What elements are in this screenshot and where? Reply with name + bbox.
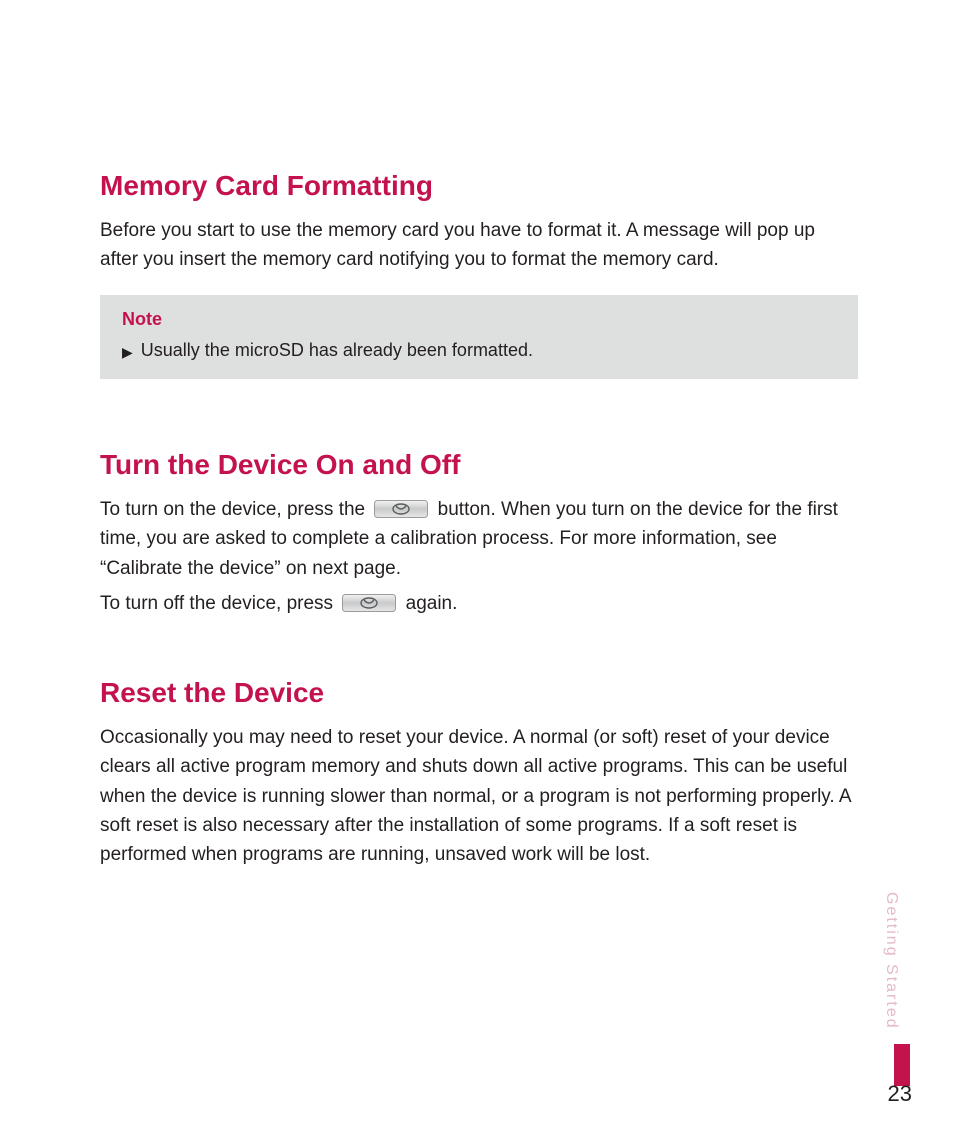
page-number: 23 bbox=[888, 1081, 912, 1107]
heading-reset: Reset the Device bbox=[100, 677, 858, 709]
triangle-bullet-icon: ▶ bbox=[122, 345, 133, 359]
heading-memory-card: Memory Card Formatting bbox=[100, 170, 858, 202]
power-button-icon bbox=[342, 592, 396, 610]
power-text-2b: again. bbox=[406, 593, 458, 614]
heading-power: Turn the Device On and Off bbox=[100, 449, 858, 481]
power-text-2a: To turn off the device, press bbox=[100, 593, 338, 614]
power-button-icon bbox=[374, 498, 428, 516]
body-power-2: To turn off the device, press again. bbox=[100, 589, 858, 618]
body-power-1: To turn on the device, press the b bbox=[100, 495, 858, 583]
section-side-bar bbox=[894, 1044, 910, 1086]
section-memory-card: Memory Card Formatting Before you start … bbox=[100, 170, 858, 379]
section-reset: Reset the Device Occasionally you may ne… bbox=[100, 677, 858, 870]
section-power: Turn the Device On and Off To turn on th… bbox=[100, 449, 858, 619]
manual-page: Memory Card Formatting Before you start … bbox=[0, 0, 954, 1147]
note-text: Usually the microSD has already been for… bbox=[141, 340, 533, 361]
note-line: ▶ Usually the microSD has already been f… bbox=[122, 340, 836, 361]
section-side-label: Getting Started bbox=[882, 892, 900, 1030]
power-text-1a: To turn on the device, press the bbox=[100, 499, 370, 520]
body-reset: Occasionally you may need to reset your … bbox=[100, 723, 858, 870]
body-memory-card: Before you start to use the memory card … bbox=[100, 216, 858, 275]
note-title: Note bbox=[122, 309, 836, 330]
note-box: Note ▶ Usually the microSD has already b… bbox=[100, 295, 858, 379]
